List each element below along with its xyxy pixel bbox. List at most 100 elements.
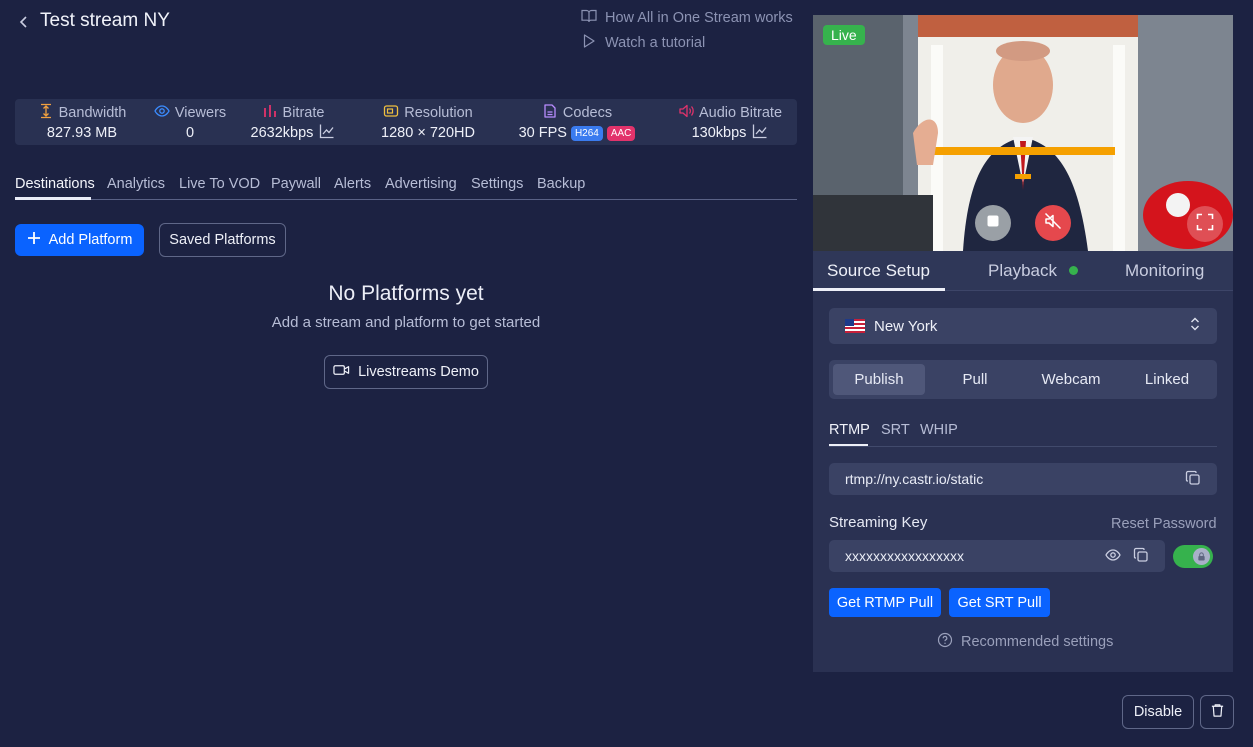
empty-state-subtitle: Add a stream and platform to get started (271, 314, 541, 331)
reset-password-link[interactable]: Reset Password (1111, 516, 1217, 532)
audio-bitrate-label: Audio Bitrate (698, 105, 783, 121)
tab-paywall[interactable]: Paywall (271, 176, 321, 192)
tab-advertising[interactable]: Advertising (385, 176, 457, 192)
mode-webcam[interactable]: Webcam (1025, 364, 1117, 395)
fps-value: 30 FPS (518, 125, 567, 141)
bitrate-value: 2632kbps (250, 125, 314, 141)
tab-source-setup[interactable]: Source Setup (827, 261, 930, 281)
source-mode-switch: Publish Pull Webcam Linked (829, 360, 1217, 399)
recommended-settings-link[interactable]: Recommended settings (937, 632, 1113, 652)
active-protocol-indicator (829, 444, 868, 446)
server-url-field[interactable]: rtmp://ny.castr.io/static (829, 463, 1217, 495)
recommended-settings-label: Recommended settings (961, 634, 1114, 650)
how-it-works-link[interactable]: How All in One Stream works (581, 8, 793, 28)
chevron-up-down-icon (1189, 316, 1201, 337)
us-flag-icon (845, 319, 865, 333)
eye-icon (154, 103, 170, 123)
resolution-label: Resolution (404, 105, 473, 121)
livestreams-demo-button[interactable]: Livestreams Demo (324, 355, 488, 389)
mode-linked[interactable]: Linked (1121, 364, 1213, 395)
get-rtmp-pull-button[interactable]: Get RTMP Pull (829, 588, 941, 617)
panel-tabs: Source Setup Playback Monitoring (813, 251, 1233, 291)
tab-analytics[interactable]: Analytics (107, 176, 165, 192)
mute-button[interactable] (1035, 205, 1071, 241)
help-circle-icon (937, 632, 953, 652)
tab-alerts[interactable]: Alerts (334, 176, 371, 192)
live-badge: Live (823, 25, 865, 45)
stop-button[interactable] (975, 205, 1011, 241)
disable-button[interactable]: Disable (1122, 695, 1194, 729)
get-srt-pull-button[interactable]: Get SRT Pull (949, 588, 1050, 617)
bandwidth-label: Bandwidth (58, 105, 127, 121)
tab-destinations[interactable]: Destinations (15, 176, 95, 192)
codecs-label: Codecs (562, 105, 613, 121)
lock-icon (1193, 548, 1210, 565)
streaming-key-field[interactable]: xxxxxxxxxxxxxxxxx (829, 540, 1165, 572)
play-icon (581, 33, 597, 53)
bandwidth-value: 827.93 MB (46, 125, 118, 141)
server-url-value: rtmp://ny.castr.io/static (845, 471, 984, 487)
mode-pull[interactable]: Pull (929, 364, 1021, 395)
file-icon (542, 103, 558, 123)
page-title: Test stream NY (40, 10, 170, 31)
how-it-works-label: How All in One Stream works (605, 10, 793, 26)
stats-bar: Bandwidth 827.93 MB Viewers 0 Bitrate 26… (15, 99, 797, 145)
protocol-rtmp[interactable]: RTMP (829, 422, 870, 438)
audio-bitrate-graph-icon[interactable] (752, 123, 768, 143)
mode-publish[interactable]: Publish (833, 364, 925, 395)
fullscreen-icon (1196, 213, 1214, 236)
stop-icon (986, 214, 1000, 233)
protocol-whip[interactable]: WHIP (920, 422, 958, 438)
bar-chart-icon (262, 103, 278, 123)
tab-live-to-vod[interactable]: Live To VOD (179, 176, 260, 192)
tab-backup[interactable]: Backup (537, 176, 585, 192)
bitrate-graph-icon[interactable] (319, 123, 335, 143)
speaker-icon (678, 103, 694, 123)
copy-url-icon[interactable] (1185, 470, 1201, 489)
stat-audio-bitrate: Audio Bitrate 130kbps (675, 104, 785, 142)
video-frame-illustration (813, 15, 1233, 251)
stat-resolution: Resolution 1280 × 720HD (373, 104, 483, 142)
stat-codecs: Codecs 30 FPS H264 AAC (512, 104, 642, 142)
streaming-key-label: Streaming Key (829, 514, 928, 531)
livestreams-demo-label: Livestreams Demo (358, 364, 479, 380)
show-key-eye-icon[interactable] (1105, 547, 1121, 566)
add-platform-label: Add Platform (48, 232, 133, 248)
copy-key-icon[interactable] (1133, 547, 1149, 566)
active-panel-tab-indicator (813, 288, 945, 291)
tab-settings[interactable]: Settings (471, 176, 523, 192)
protocol-tabs: RTMP SRT WHIP (829, 422, 1217, 447)
back-arrow-icon[interactable] (14, 12, 34, 32)
video-preview[interactable] (813, 15, 1233, 251)
key-lock-toggle[interactable] (1173, 545, 1213, 568)
viewers-label: Viewers (174, 105, 227, 121)
delete-button[interactable] (1200, 695, 1234, 729)
viewers-value: 0 (185, 125, 195, 141)
add-platform-button[interactable]: Add Platform (15, 224, 144, 256)
streaming-key-value: xxxxxxxxxxxxxxxxx (845, 548, 964, 564)
get-rtmp-pull-label: Get RTMP Pull (836, 594, 934, 611)
watch-tutorial-link[interactable]: Watch a tutorial (581, 33, 705, 53)
main-tabs: Destinations Analytics Live To VOD Paywa… (15, 176, 797, 200)
tab-monitoring[interactable]: Monitoring (1125, 261, 1204, 281)
resolution-icon (383, 103, 399, 123)
fullscreen-button[interactable] (1187, 206, 1223, 242)
empty-state-title: No Platforms yet (328, 282, 484, 305)
audio-bitrate-value: 130kbps (691, 125, 747, 141)
disable-label: Disable (1133, 704, 1183, 720)
playback-status-dot (1069, 266, 1078, 275)
video-codec-badge: H264 (570, 125, 603, 141)
plus-icon (27, 231, 41, 249)
stat-viewers: Viewers 0 (145, 104, 235, 142)
region-select[interactable]: New York (829, 308, 1217, 344)
get-srt-pull-label: Get SRT Pull (957, 594, 1042, 611)
bandwidth-icon (38, 103, 54, 123)
trash-icon (1210, 703, 1225, 722)
saved-platforms-button[interactable]: Saved Platforms (159, 223, 286, 257)
book-icon (581, 8, 597, 28)
bitrate-label: Bitrate (282, 105, 325, 121)
watch-tutorial-label: Watch a tutorial (605, 35, 706, 51)
tab-playback[interactable]: Playback (988, 261, 1057, 281)
stat-bandwidth: Bandwidth 827.93 MB (32, 103, 132, 142)
protocol-srt[interactable]: SRT (881, 422, 910, 438)
